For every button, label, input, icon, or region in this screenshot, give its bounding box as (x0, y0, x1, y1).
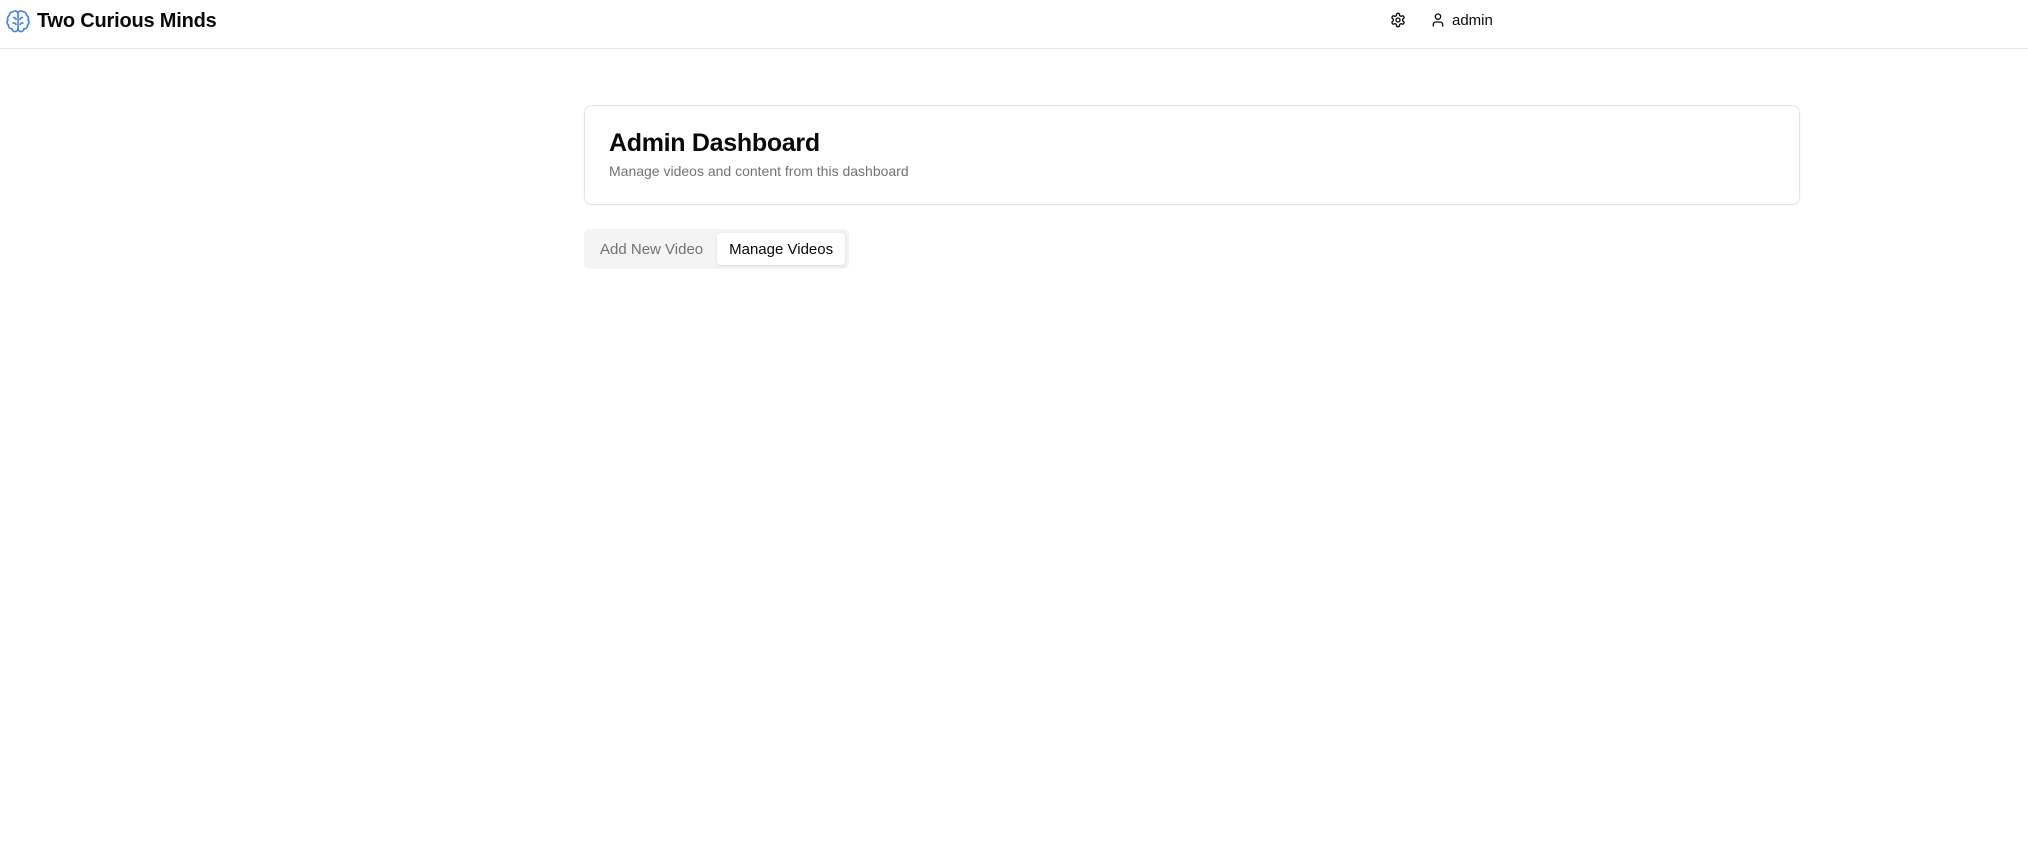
nav-actions: admin (1384, 8, 1497, 32)
dashboard-header-card: Admin Dashboard Manage videos and conten… (584, 105, 1800, 205)
tab-manage-videos[interactable]: Manage Videos (717, 233, 846, 265)
page-subtitle: Manage videos and content from this dash… (609, 163, 909, 179)
gear-icon (1391, 12, 1405, 28)
app-title: Two Curious Minds (37, 9, 217, 32)
user-icon (1432, 13, 1444, 27)
settings-button[interactable] (1384, 6, 1412, 34)
top-navbar: Two Curious Minds admin (0, 0, 2028, 49)
page-title: Admin Dashboard (609, 129, 820, 157)
username-label: admin (1452, 11, 1493, 29)
tab-add-new-video[interactable]: Add New Video (588, 233, 715, 265)
user-menu-button[interactable]: admin (1426, 6, 1497, 34)
brain-icon (6, 10, 30, 33)
dashboard-tabs: Add New Video Manage Videos (584, 229, 850, 269)
brand[interactable]: Two Curious Minds (6, 8, 217, 34)
